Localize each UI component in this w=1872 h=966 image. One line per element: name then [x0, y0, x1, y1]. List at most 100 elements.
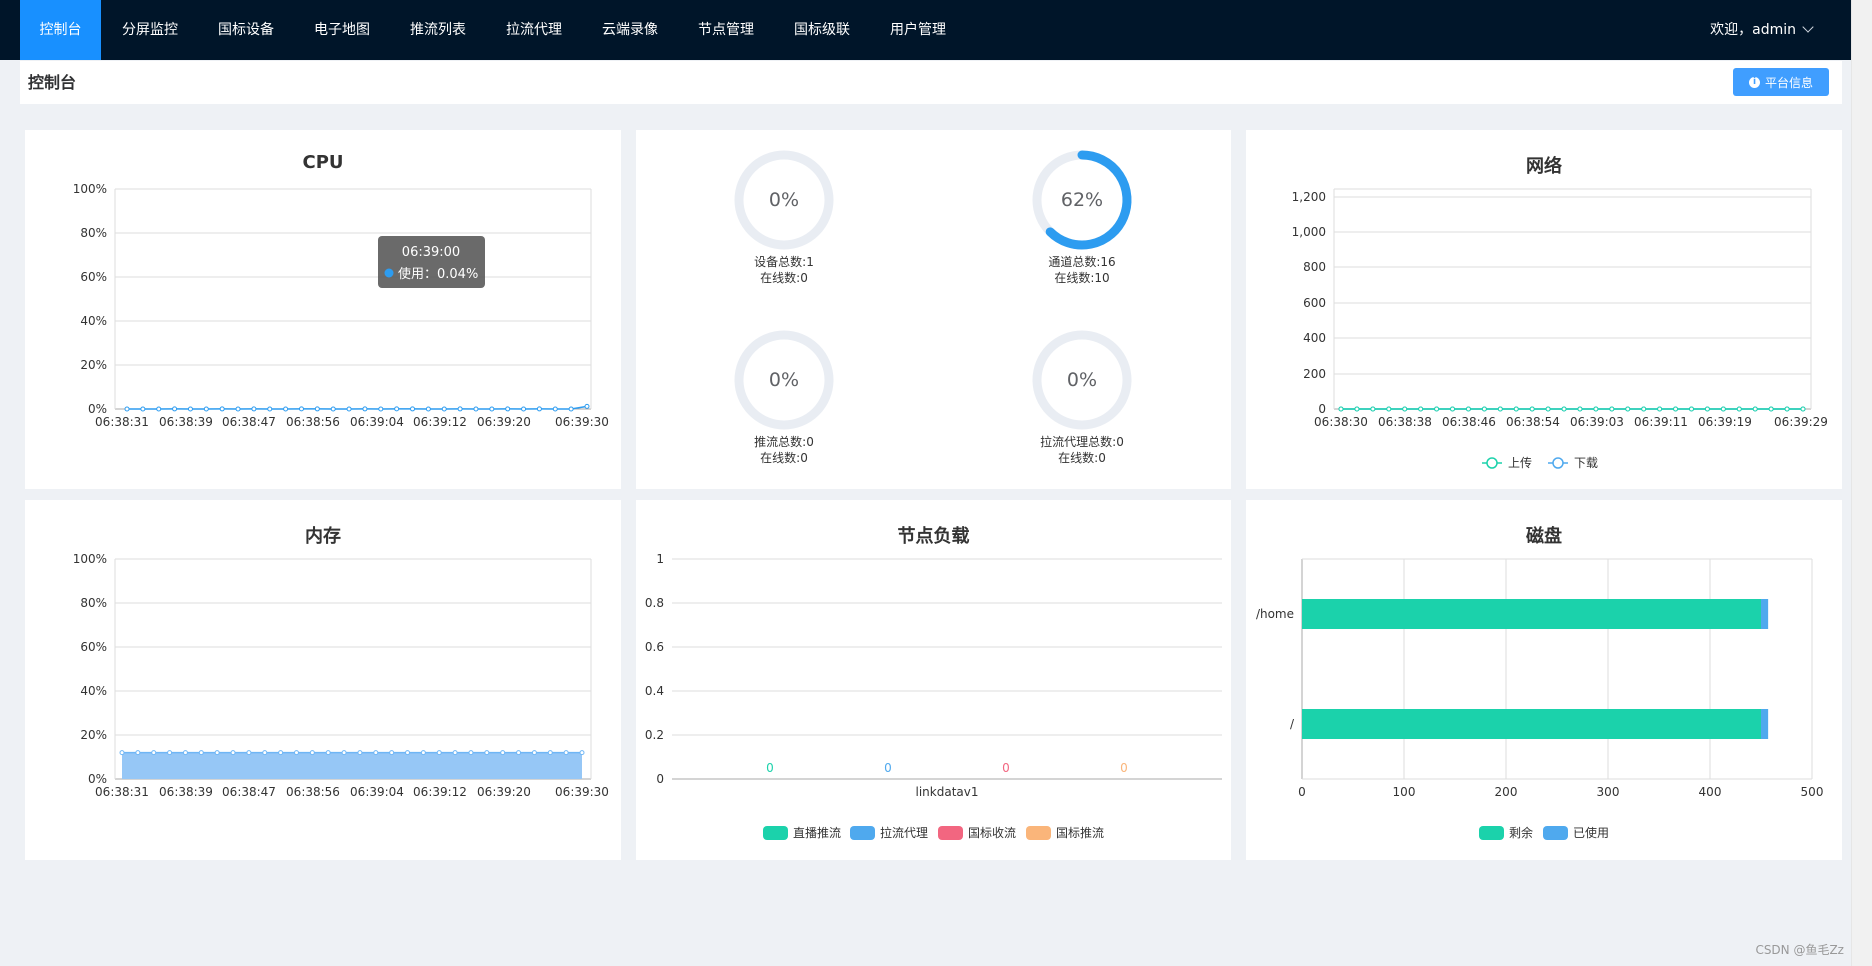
network-upload-point [1688, 406, 1694, 412]
memory-point [420, 750, 426, 756]
cpu-tooltip-time: 06:39:00 [402, 245, 460, 260]
network-gridlines [1333, 188, 1812, 410]
cpu-point [521, 406, 527, 412]
cpu-point [346, 406, 352, 412]
memory-x-tick: 06:38:47 [222, 785, 276, 799]
memory-point [436, 750, 442, 756]
legend-pull-proxy-label: 拉流代理 [880, 825, 928, 840]
disk-x-tick: 500 [1801, 785, 1824, 799]
nav-item-node-manage[interactable]: 节点管理 [686, 0, 766, 60]
memory-x-tick: 06:38:39 [159, 785, 213, 799]
cpu-tooltip-dot [384, 268, 394, 278]
disk-bar-used[interactable] [1761, 599, 1769, 629]
cpu-point [235, 406, 241, 412]
network-y-tick: 1,200 [1292, 190, 1326, 204]
gauge-percent: 62% [1061, 189, 1103, 211]
gauge-percent: 0% [1067, 369, 1097, 391]
cpu-x-tick: 06:38:56 [286, 415, 340, 429]
network-upload-point [1481, 406, 1487, 412]
node-load-gridlines [672, 558, 1222, 780]
gauge-label-online: 在线数:10 [1054, 270, 1109, 285]
network-upload-point [1768, 406, 1774, 412]
legend-free-swatch [1479, 826, 1504, 840]
network-upload-point [1577, 406, 1583, 412]
memory-x-tick: 06:38:31 [95, 785, 149, 799]
node-load-data-label-live-push: 0 [766, 761, 774, 775]
network-y-tick: 200 [1303, 367, 1326, 381]
nav-item-map[interactable]: 电子地图 [302, 0, 382, 60]
legend-used-label: 已使用 [1573, 825, 1609, 840]
nav-item-dashboard[interactable]: 控制台 [20, 0, 101, 60]
memory-point [341, 750, 347, 756]
nav-item-pull-proxy[interactable]: 拉流代理 [494, 0, 574, 60]
cpu-card: CPU 0% 20% 40% 60% 80% 100% 06:38:31 06:… [25, 130, 621, 489]
cpu-point [283, 406, 289, 412]
legend-gb-receive-label: 国标收流 [968, 826, 1016, 840]
user-menu[interactable]: 欢迎，admin [1710, 0, 1814, 60]
memory-point [325, 750, 331, 756]
network-upload-point [1625, 406, 1631, 412]
cpu-x-tick: 06:39:20 [477, 415, 531, 429]
nav-item-gb-devices[interactable]: 国标设备 [206, 0, 286, 60]
page-title: 控制台 [28, 73, 77, 92]
disk-chart: 0 100 200 300 400 500 /home / 剩余 已使用 [1256, 558, 1824, 840]
platform-info-button[interactable]: i 平台信息 [1733, 68, 1829, 96]
cpu-point [489, 406, 495, 412]
cpu-point [172, 406, 178, 412]
cpu-point [425, 406, 431, 412]
network-x-tick: 06:38:30 [1314, 415, 1368, 429]
welcome-text: 欢迎，admin [1710, 22, 1796, 38]
network-y-tick: 600 [1303, 296, 1326, 310]
network-upload-point [1784, 406, 1790, 412]
node-load-legend[interactable]: 直播推流 拉流代理 国标收流 国标推流 [763, 825, 1104, 840]
cpu-x-tick: 06:38:47 [222, 415, 276, 429]
memory-point [468, 750, 474, 756]
node-load-data-label-gb-push: 0 [1120, 761, 1128, 775]
gauge-label-total: 拉流代理总数:0 [1040, 434, 1124, 449]
cpu-series [124, 403, 590, 412]
memory-point [151, 750, 157, 756]
page-scrollbar[interactable] [1851, 0, 1872, 966]
nav-item-split-screen[interactable]: 分屏监控 [110, 0, 190, 60]
disk-bar-free[interactable] [1302, 599, 1761, 629]
node-load-y-tick: 0.2 [645, 728, 664, 742]
disk-y-label-root: / [1290, 717, 1295, 731]
disk-card: 磁盘 0 100 200 300 400 500 /home / 剩余 已使用 [1246, 500, 1842, 860]
network-legend[interactable]: 上传 下载 [1482, 455, 1598, 470]
legend-download-label: 下载 [1574, 456, 1598, 470]
memory-x-tick: 06:39:20 [477, 785, 531, 799]
memory-point [135, 750, 141, 756]
nav-item-gb-cascade[interactable]: 国标级联 [782, 0, 862, 60]
gauge-percent: 0% [769, 369, 799, 391]
legend-gb-push-swatch [1026, 826, 1051, 840]
node-load-y-tick: 0.8 [645, 596, 664, 610]
gauge-label-online: 在线数:0 [760, 270, 808, 285]
cpu-point [378, 406, 384, 412]
network-upload-point [1450, 406, 1456, 412]
memory-x-tick: 06:39:30 [555, 785, 609, 799]
nav-item-push-list[interactable]: 推流列表 [398, 0, 478, 60]
cpu-y-tick: 40% [80, 314, 107, 328]
disk-legend[interactable]: 剩余 已使用 [1479, 825, 1609, 840]
nav-item-cloud-record[interactable]: 云端录像 [590, 0, 670, 60]
gauge-label-online: 在线数:0 [1058, 450, 1106, 465]
cpu-point [584, 403, 590, 409]
gauge-channels: 62% 通道总数:16 在线数:10 [1032, 150, 1132, 285]
cpu-point [568, 406, 574, 412]
disk-x-tick: 400 [1699, 785, 1722, 799]
chevron-down-icon [1802, 21, 1814, 33]
disk-gridlines [1301, 558, 1813, 780]
network-upload-point [1545, 406, 1551, 412]
node-load-chart: 0 0.2 0.4 0.6 0.8 1 linkdatav1 0 0 0 0 直… [645, 552, 1222, 840]
info-icon: i [1748, 76, 1760, 88]
disk-bar-free[interactable] [1302, 709, 1761, 739]
gauges-svg: 0% 设备总数:1 在线数:0 62% 通道总数:16 在线数:10 0% 推流… [734, 150, 1132, 465]
nav-item-user-manage[interactable]: 用户管理 [878, 0, 958, 60]
memory-y-tick: 60% [80, 640, 107, 654]
cpu-point [124, 406, 130, 412]
memory-point [547, 750, 553, 756]
memory-point [516, 750, 522, 756]
memory-point [278, 750, 284, 756]
disk-bar-used[interactable] [1761, 709, 1769, 739]
cpu-tooltip: 06:39:00 使用：0.04% [378, 236, 485, 288]
